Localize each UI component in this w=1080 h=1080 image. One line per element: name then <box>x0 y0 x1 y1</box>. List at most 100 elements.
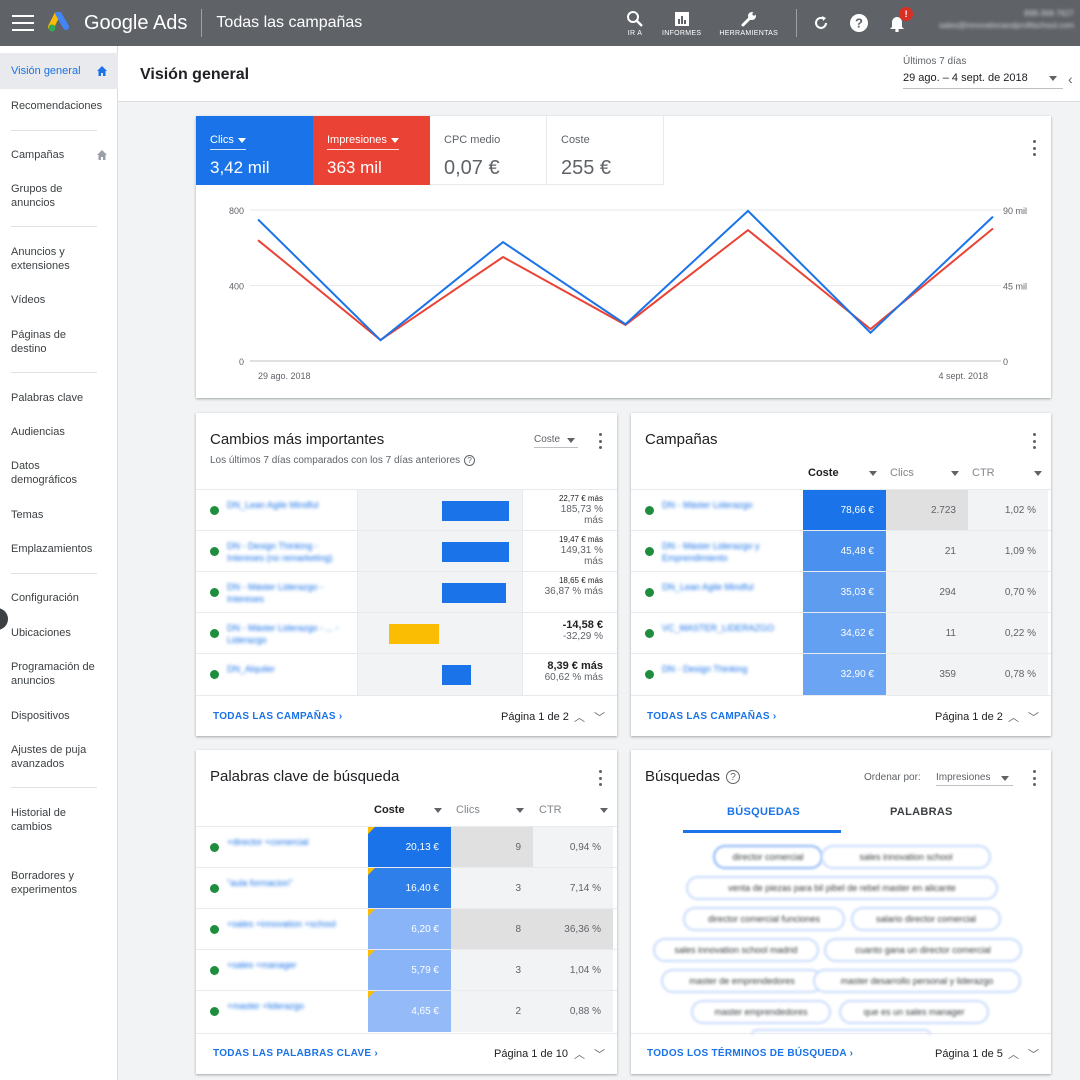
campaign-name-link[interactable]: DN - Design Thinking <box>662 663 797 675</box>
campaign-name-link[interactable]: DN_Lean Agile Mindful <box>662 581 797 593</box>
campaign-name-link[interactable]: DN - Máster Liderazgo <box>662 499 797 511</box>
search-term-chip[interactable]: master de emprendedores <box>661 969 823 993</box>
metric-card-impressions[interactable]: Impresiones 363 mil <box>313 116 430 185</box>
metric-card-clicks[interactable]: Clics 3,42 mil <box>196 116 313 185</box>
column-header-cost[interactable]: Coste <box>808 467 839 479</box>
table-row[interactable]: +sales +innovation +school 6,20 €8 36,36 % <box>196 908 617 950</box>
search-term-chip[interactable]: cuanto gana un director comercial <box>824 938 1022 962</box>
search-term-chip[interactable]: venta de piezas para bil pibel de rebel … <box>686 876 998 900</box>
chevron-up-icon[interactable]: ︿ <box>574 709 585 725</box>
sidebar-item-locations[interactable]: Ubicaciones <box>0 626 82 640</box>
keyword-link[interactable]: +sales +innovation +school <box>227 918 362 930</box>
table-row[interactable]: +sales +manager 5,79 €3 1,04 % <box>196 949 617 991</box>
search-term-chip[interactable]: master desarrollo personal y liderazgo <box>813 969 1021 993</box>
notifications-bell-icon[interactable]: ! <box>887 7 914 33</box>
table-row[interactable]: DN - Design Thinking - Intereses (no rem… <box>196 530 617 572</box>
more-options-icon[interactable] <box>1032 433 1036 449</box>
sidebar-item-topics[interactable]: Temas <box>0 508 54 522</box>
more-options-icon[interactable] <box>1032 770 1036 786</box>
search-term-chip[interactable]: director comercial funciones <box>683 907 845 931</box>
tab-searches[interactable]: BÚSQUEDAS <box>727 806 800 818</box>
table-row[interactable]: DN_Lean Agile Mindful 22,77 € más 185,73 %… <box>196 489 617 531</box>
column-header-clicks[interactable]: Clics <box>890 467 914 479</box>
sidebar-item-settings[interactable]: Configuración <box>0 591 90 605</box>
tab-words[interactable]: PALABRAS <box>890 806 953 818</box>
chevron-down-icon[interactable]: ﹀ <box>594 1046 605 1062</box>
reports-button[interactable]: INFORMES <box>662 10 701 37</box>
chevron-up-icon[interactable]: ︿ <box>1008 709 1019 725</box>
help-icon[interactable]: ? <box>464 455 476 466</box>
help-icon[interactable]: ? <box>849 13 869 33</box>
campaign-name-link[interactable]: DN - Design Thinking - Intereses (no rem… <box>227 540 352 564</box>
sidebar-item-ad-groups[interactable]: Grupos de anuncios <box>0 182 80 210</box>
sidebar-item-overview[interactable]: Visión general <box>0 53 118 89</box>
chevron-down-icon[interactable]: ﹀ <box>1028 1046 1039 1062</box>
keyword-link[interactable]: +master +liderazgo <box>227 1000 362 1012</box>
sidebar-item-campaigns[interactable]: Campañas <box>0 148 118 162</box>
help-icon[interactable]: ? <box>726 770 741 785</box>
keyword-link[interactable]: +director +comercial <box>227 836 362 848</box>
chevron-down-icon[interactable] <box>1049 76 1057 81</box>
sidebar-item-keywords[interactable]: Palabras clave <box>0 391 94 405</box>
account-info[interactable]: 898-368-7627 sales@innovationandprofitsc… <box>939 8 1074 32</box>
chevron-up-icon[interactable]: ︿ <box>574 1046 585 1062</box>
sidebar-item-advanced-bid[interactable]: Ajustes de puja avanzados <box>0 743 100 771</box>
search-term-chip[interactable]: sales innovation school <box>821 845 991 869</box>
metric-card-avg-cpc[interactable]: CPC medio 0,07 € <box>430 116 547 185</box>
tools-button[interactable]: HERRAMIENTAS <box>719 10 778 37</box>
campaign-name-link[interactable]: DN - Máster Liderazgo y Emprendimiento <box>662 540 797 564</box>
date-range-selector[interactable]: 29 ago. – 4 sept. de 2018 <box>903 72 1063 89</box>
column-header-cost[interactable]: Coste <box>374 804 405 816</box>
sidebar-item-change-history[interactable]: Historial de cambios <box>0 806 80 834</box>
keyword-link[interactable]: +sales +manager <box>227 959 362 971</box>
campaign-name-link[interactable]: VC_MASTER_LIDERAZGO <box>662 622 797 634</box>
more-options-icon[interactable] <box>598 770 602 786</box>
all-campaigns-link[interactable]: TODAS LAS CAMPAÑAS › <box>213 711 343 722</box>
more-options-icon[interactable] <box>1032 140 1036 156</box>
search-term-chip[interactable]: que es un sales manager <box>839 1000 989 1024</box>
table-row[interactable]: DN - Máster Liderazgo - Intereses 18,65 €… <box>196 571 617 613</box>
goto-button[interactable]: IR A <box>626 10 644 37</box>
search-term-chip[interactable]: salario director comercial <box>851 907 1001 931</box>
sidebar-item-audiences[interactable]: Audiencias <box>0 425 76 439</box>
metric-card-cost[interactable]: Coste 255 € <box>547 116 664 185</box>
search-term-chip[interactable]: sales innovation school madrid <box>653 938 819 962</box>
search-term-chip[interactable]: master emprendedores <box>691 1000 831 1024</box>
table-row[interactable]: "aula formacion" 16,40 €3 7,14 % <box>196 867 617 909</box>
table-row[interactable]: DN_Lean Agile Mindful 35,03 €294 0,70 % <box>631 571 1051 613</box>
table-row[interactable]: VC_MASTER_LIDERAZGO 34,62 €11 0,22 % <box>631 612 1051 654</box>
chevron-down-icon[interactable]: ﹀ <box>594 709 605 725</box>
sidebar-item-drafts-experiments[interactable]: Borradores y experimentos <box>0 869 100 897</box>
table-row[interactable]: DN - Máster Liderazgo 78,66 €2.723 1,02 % <box>631 489 1051 531</box>
all-search-terms-link[interactable]: TODOS LOS TÉRMINOS DE BÚSQUEDA › <box>647 1048 853 1059</box>
sidebar-item-ad-schedule[interactable]: Programación de anuncios <box>0 660 110 688</box>
table-row[interactable]: DN - Máster Liderazgo - ... - Liderazgo -… <box>196 612 617 654</box>
table-row[interactable]: DN - Máster Liderazgo y Emprendimiento 45… <box>631 530 1051 572</box>
chevron-down-icon[interactable]: ﹀ <box>1028 709 1039 725</box>
keyword-link[interactable]: "aula formacion" <box>227 877 362 889</box>
chevron-up-icon[interactable]: ︿ <box>1008 1046 1019 1062</box>
sidebar-item-recommendations[interactable]: Recomendaciones <box>0 99 113 113</box>
campaign-name-link[interactable]: DN_Alquiler <box>227 663 352 675</box>
sidebar-item-devices[interactable]: Dispositivos <box>0 709 81 723</box>
chevron-left-icon[interactable]: ‹ <box>1068 71 1073 87</box>
search-term-chip[interactable]: director comercial <box>713 845 823 869</box>
campaign-name-link[interactable]: DN - Máster Liderazgo - ... - Liderazgo <box>227 622 352 646</box>
sidebar-item-demographics[interactable]: Datos demográficos <box>0 459 90 487</box>
campaign-name-link[interactable]: DN - Máster Liderazgo - Intereses <box>227 581 352 605</box>
column-header-ctr[interactable]: CTR <box>972 467 995 479</box>
table-row[interactable]: +director +comercial 20,13 €9 0,94 % <box>196 826 617 868</box>
sidebar-item-landing-pages[interactable]: Páginas de destino <box>0 328 80 356</box>
refresh-icon[interactable] <box>811 13 831 33</box>
campaign-name-link[interactable]: DN_Lean Agile Mindful <box>227 499 352 511</box>
table-row[interactable]: DN_Alquiler 8,39 € más 60,62 % más <box>196 653 617 695</box>
menu-icon[interactable] <box>12 15 34 31</box>
breadcrumb[interactable]: Todas las campañas <box>216 14 362 32</box>
all-keywords-link[interactable]: TODAS LAS PALABRAS CLAVE › <box>213 1048 378 1059</box>
sidebar-item-ads-extensions[interactable]: Anuncios y extensiones <box>0 245 90 273</box>
table-row[interactable]: +master +liderazgo 4,65 €2 0,88 % <box>196 990 617 1032</box>
all-campaigns-link[interactable]: TODAS LAS CAMPAÑAS › <box>647 711 777 722</box>
column-header-clicks[interactable]: Clics <box>456 804 480 816</box>
table-row[interactable]: DN - Design Thinking 32,90 €359 0,78 % <box>631 653 1051 695</box>
sidebar-item-placements[interactable]: Emplazamientos <box>0 542 103 556</box>
